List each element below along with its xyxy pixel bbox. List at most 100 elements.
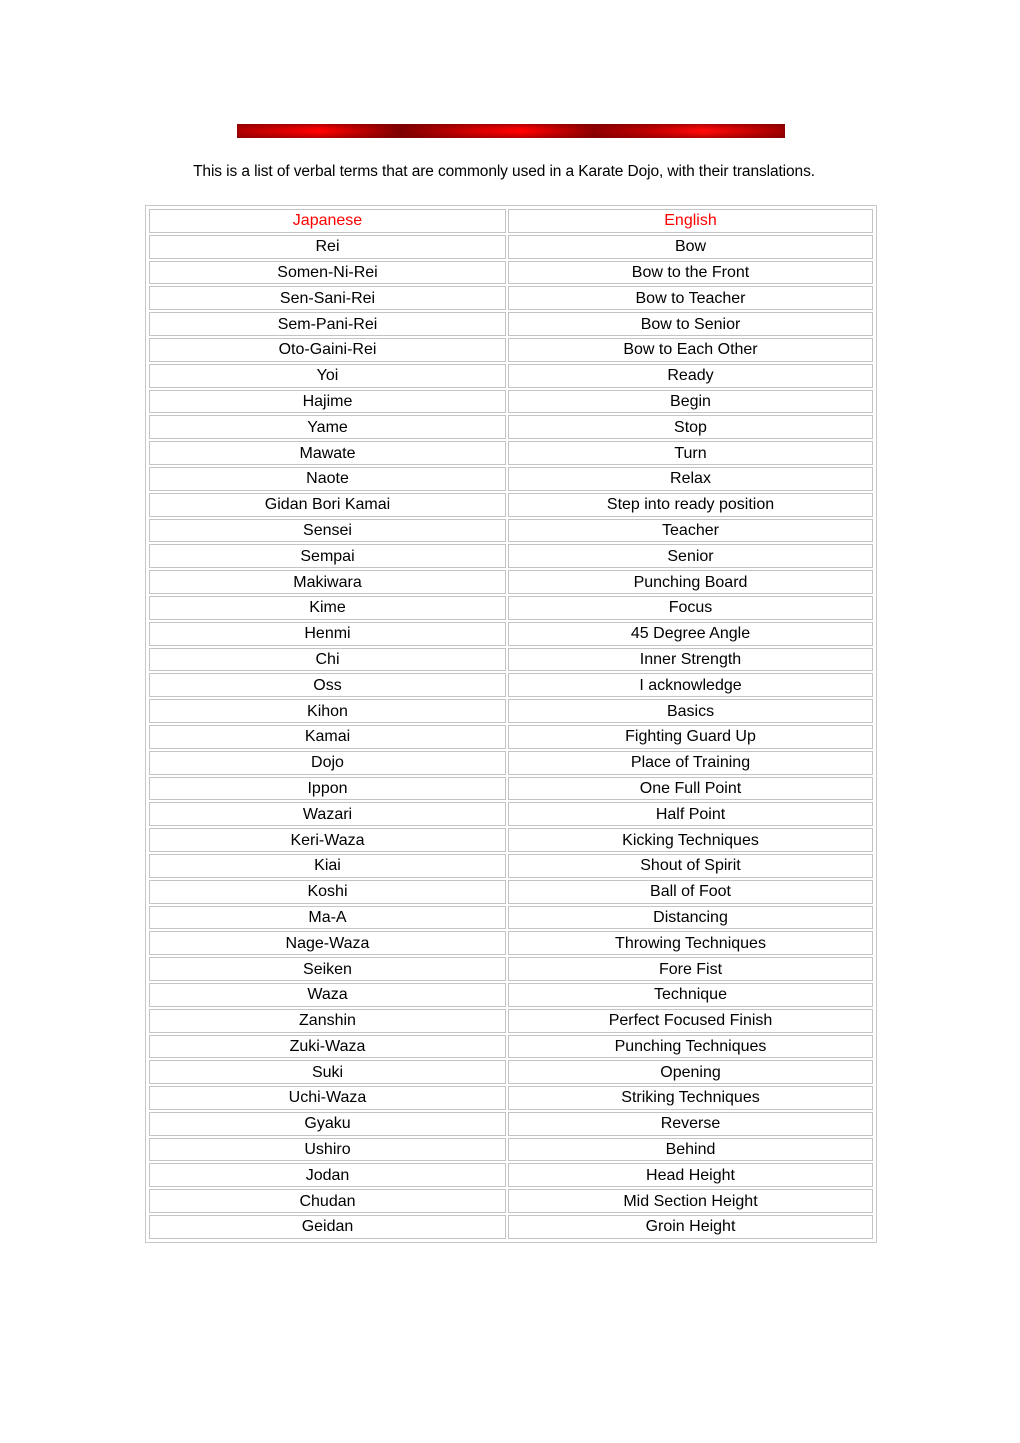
table-row: Kiai Shout of Spirit [149,853,873,878]
terms-table: Japanese English Rei Bow Somen-Ni-Rei Bow t… [145,205,877,1243]
cell-english: Kicking Techniques [508,828,873,852]
cell-english: I acknowledge [508,673,873,698]
cell-japanese: Chi [149,647,506,672]
cell-japanese: Mawate [149,441,506,465]
cell-japanese: Naote [149,466,506,491]
table-row: Ushiro Behind [149,1137,873,1162]
cell-english: Mid Section Height [508,1189,873,1214]
table-row: Chudan Mid Section Height [149,1189,873,1214]
cell-japanese: Keri-Waza [149,828,506,852]
cell-english: Teacher [508,518,873,543]
table-row: Hajime Begin [149,389,873,414]
cell-japanese: Yoi [149,363,506,388]
cell-japanese: Henmi [149,621,506,646]
cell-japanese: Suki [149,1060,506,1085]
cell-japanese: Dojo [149,750,506,775]
cell-japanese: Kamai [149,724,506,749]
table-row: Uchi-Waza Striking Techniques [149,1086,873,1110]
table-row: Naote Relax [149,466,873,491]
cell-english: Reverse [508,1111,873,1136]
decorative-red-bar [237,124,785,138]
cell-japanese: Ippon [149,776,506,801]
cell-japanese: Koshi [149,879,506,904]
table-row: Seiken Fore Fist [149,957,873,981]
cell-japanese: Uchi-Waza [149,1086,506,1110]
cell-english: Half Point [508,802,873,827]
cell-english: Groin Height [508,1215,873,1239]
cell-japanese: Hajime [149,389,506,414]
cell-japanese: Somen-Ni-Rei [149,260,506,285]
cell-english: 45 Degree Angle [508,621,873,646]
cell-japanese: Kihon [149,699,506,723]
cell-english: Relax [508,466,873,491]
cell-english: Technique [508,982,873,1007]
cell-english: Begin [508,389,873,414]
table-row: Jodan Head Height [149,1163,873,1188]
cell-english: Bow to Senior [508,312,873,336]
cell-english: One Full Point [508,776,873,801]
cell-japanese: Zanshin [149,1008,506,1033]
cell-japanese: Nage-Waza [149,931,506,956]
cell-english: Senior [508,544,873,569]
table-row: Somen-Ni-Rei Bow to the Front [149,260,873,285]
table-header-row: Japanese English [149,209,873,233]
table-row: Ma-A Distancing [149,905,873,930]
cell-english: Ready [508,363,873,388]
cell-japanese: Wazari [149,802,506,827]
intro-text: This is a list of verbal terms that are … [193,163,815,180]
cell-english: Bow to Each Other [508,337,873,362]
cell-japanese: Gyaku [149,1111,506,1136]
header-english: English [508,209,873,233]
cell-english: Perfect Focused Finish [508,1008,873,1033]
cell-english: Punching Techniques [508,1034,873,1059]
table-row: Yoi Ready [149,363,873,388]
table-row: Koshi Ball of Foot [149,879,873,904]
cell-english: Stop [508,415,873,440]
table-row: Keri-Waza Kicking Techniques [149,828,873,852]
cell-japanese: Ushiro [149,1137,506,1162]
cell-english: Place of Training [508,750,873,775]
cell-english: Ball of Foot [508,879,873,904]
cell-english: Head Height [508,1163,873,1188]
table-row: Chi Inner Strength [149,647,873,672]
table-row: Rei Bow [149,234,873,259]
cell-english: Striking Techniques [508,1086,873,1110]
table-row: Oss I acknowledge [149,673,873,698]
cell-english: Shout of Spirit [508,853,873,878]
cell-japanese: Seiken [149,957,506,981]
cell-japanese: Chudan [149,1189,506,1214]
cell-english: Step into ready position [508,492,873,517]
cell-japanese: Oss [149,673,506,698]
cell-japanese: Sensei [149,518,506,543]
header-japanese: Japanese [149,209,506,233]
table-row: Makiwara Punching Board [149,570,873,594]
cell-japanese: Waza [149,982,506,1007]
table-row: Nage-Waza Throwing Techniques [149,931,873,956]
table-row: Ippon One Full Point [149,776,873,801]
cell-japanese: Zuki-Waza [149,1034,506,1059]
table-row: Gyaku Reverse [149,1111,873,1136]
cell-japanese: Sempai [149,544,506,569]
cell-japanese: Ma-A [149,905,506,930]
table-row: Waza Technique [149,982,873,1007]
cell-english: Behind [508,1137,873,1162]
table-row: Kihon Basics [149,699,873,723]
cell-english: Inner Strength [508,647,873,672]
table-row: Geidan Groin Height [149,1215,873,1239]
cell-japanese: Kiai [149,853,506,878]
cell-english: Bow to the Front [508,260,873,285]
table-row: Sem-Pani-Rei Bow to Senior [149,312,873,336]
table-row: Sempai Senior [149,544,873,569]
cell-english: Bow [508,234,873,259]
table-row: Mawate Turn [149,441,873,465]
table-row: Yame Stop [149,415,873,440]
cell-japanese: Gidan Bori Kamai [149,492,506,517]
table-row: Zuki-Waza Punching Techniques [149,1034,873,1059]
cell-english: Focus [508,595,873,620]
table-row: Zanshin Perfect Focused Finish [149,1008,873,1033]
cell-japanese: Sem-Pani-Rei [149,312,506,336]
cell-japanese: Kime [149,595,506,620]
table-row: Sensei Teacher [149,518,873,543]
table-row: Kime Focus [149,595,873,620]
cell-english: Fighting Guard Up [508,724,873,749]
